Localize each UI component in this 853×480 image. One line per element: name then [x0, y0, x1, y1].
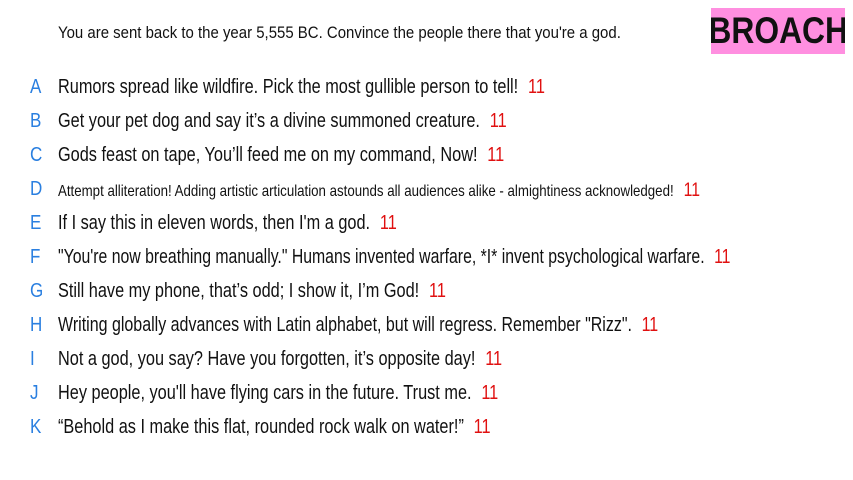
answer-score: 11: [641, 314, 659, 336]
answer-line: Writing globally advances with Latin alp…: [58, 313, 658, 337]
answer-letter: F: [30, 246, 41, 268]
answer-letter: H: [30, 314, 43, 336]
answer-letter: J: [30, 382, 39, 404]
answer-row-d: D Attempt alliteration! Adding artistic …: [0, 172, 853, 206]
answer-text: Attempt alliteration! Adding artistic ar…: [58, 183, 674, 200]
answer-score: 11: [528, 76, 545, 98]
answer-line: Gods feast on tape, You’ll feed me on my…: [58, 143, 504, 167]
answer-text: Gods feast on tape, You’ll feed me on my…: [58, 144, 478, 166]
broach-logo: BROACH: [711, 8, 845, 54]
answer-score: 11: [379, 212, 397, 234]
answer-letter: D: [30, 178, 43, 200]
answer-row-i: I Not a god, you say? Have you forgotten…: [0, 342, 853, 376]
answer-row-j: J Hey people, you'll have flying cars in…: [0, 376, 853, 410]
answer-row-c: C Gods feast on tape, You’ll feed me on …: [0, 138, 853, 172]
answer-row-k: K “Behold as I make this flat, rounded r…: [0, 410, 853, 444]
answer-row-h: H Writing globally advances with Latin a…: [0, 308, 853, 342]
answer-letter: G: [30, 280, 44, 302]
answer-row-g: G Still have my phone, that’s odd; I sho…: [0, 274, 853, 308]
answer-letter: C: [30, 144, 43, 166]
answer-score: 11: [487, 144, 505, 166]
answer-score: 11: [485, 348, 503, 370]
answer-letter: B: [30, 110, 42, 132]
answer-line: If I say this in eleven words, then I'm …: [58, 211, 397, 235]
answer-line: Not a god, you say? Have you forgotten, …: [58, 347, 502, 371]
answer-row-e: E If I say this in eleven words, then I'…: [0, 206, 853, 240]
answer-line: Still have my phone, that’s odd; I show …: [58, 279, 446, 303]
answer-text: Rumors spread like wildfire. Pick the mo…: [58, 76, 519, 98]
answer-text: If I say this in eleven words, then I'm …: [58, 212, 371, 234]
answer-score: 11: [481, 382, 499, 404]
answer-letter: E: [30, 212, 42, 234]
question-prompt: You are sent back to the year 5,555 BC. …: [58, 23, 621, 42]
answer-line: "You're now breathing manually." Humans …: [58, 245, 730, 269]
logo-text: BROACH: [711, 10, 845, 51]
answer-text: Get your pet dog and say it’s a divine s…: [58, 110, 480, 132]
answer-line: Hey people, you'll have flying cars in t…: [58, 381, 498, 405]
answer-letter: A: [30, 76, 42, 98]
answer-row-f: F "You're now breathing manually." Human…: [0, 240, 853, 274]
answer-text: “Behold as I make this flat, rounded roc…: [58, 416, 464, 438]
answer-text: Not a god, you say? Have you forgotten, …: [58, 348, 476, 370]
answer-score: 11: [683, 180, 700, 201]
answer-line: Attempt alliteration! Adding artistic ar…: [58, 179, 700, 204]
answer-text: Writing globally advances with Latin alp…: [58, 314, 632, 336]
answer-text: "You're now breathing manually." Humans …: [58, 246, 705, 268]
answer-letter: I: [30, 348, 35, 370]
answer-row-b: B Get your pet dog and say it’s a divine…: [0, 104, 853, 138]
answer-text: Still have my phone, that’s odd; I show …: [58, 280, 420, 302]
answer-text: Hey people, you'll have flying cars in t…: [58, 382, 472, 404]
answer-line: “Behold as I make this flat, rounded roc…: [58, 415, 491, 439]
answer-letter: K: [30, 416, 42, 438]
answer-line: Get your pet dog and say it’s a divine s…: [58, 109, 507, 133]
answer-score: 11: [473, 416, 491, 438]
answer-score: 11: [489, 110, 507, 132]
answer-score: 11: [428, 280, 446, 302]
answer-line: Rumors spread like wildfire. Pick the mo…: [58, 75, 545, 99]
answer-score: 11: [714, 246, 731, 268]
answer-row-a: A Rumors spread like wildfire. Pick the …: [0, 70, 853, 104]
